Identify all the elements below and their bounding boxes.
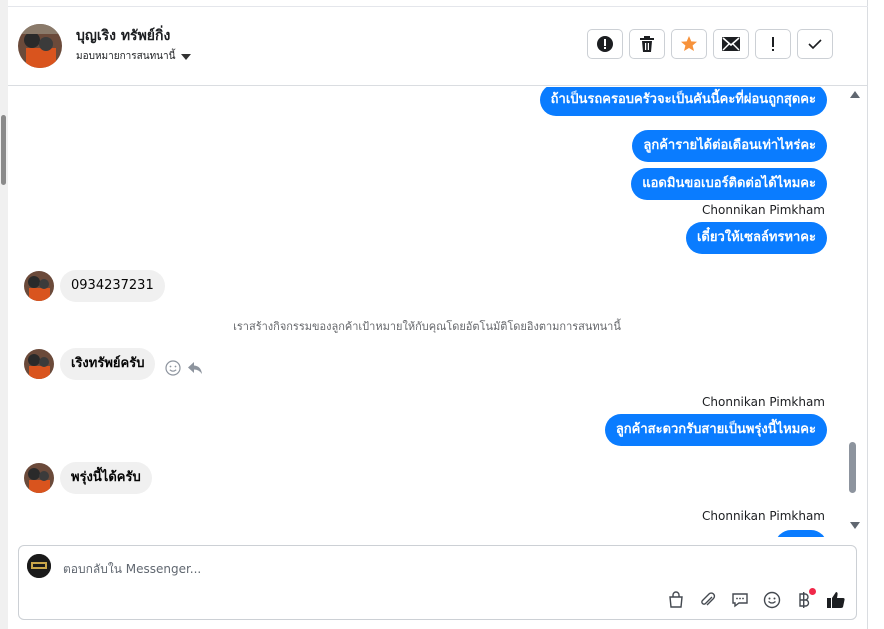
- star-button[interactable]: [671, 29, 707, 59]
- payment-button[interactable]: [794, 588, 816, 610]
- attach-button[interactable]: [698, 590, 718, 610]
- saved-reply-icon: [732, 593, 748, 608]
- reply-icon[interactable]: [187, 360, 203, 376]
- outgoing-message-partial: [775, 530, 827, 537]
- incoming-message: 0934237231: [60, 270, 165, 302]
- sender-name: Chonnikan Pimkham: [702, 203, 825, 217]
- outgoing-message: ลูกค้าสะดวกรับสายเป็นพรุ่งนี้ไหมคะ: [604, 414, 827, 446]
- outer-scrollbar-thumb[interactable]: [1, 115, 6, 185]
- chevron-down-icon: [181, 53, 192, 60]
- thread-scrollbar-thumb[interactable]: [849, 442, 856, 493]
- delete-button[interactable]: [629, 29, 665, 59]
- contact-name[interactable]: บุญเริง ทรัพย์กิ่ง: [76, 25, 170, 47]
- like-icon: [827, 592, 845, 608]
- scroll-up-arrow[interactable]: [850, 91, 860, 98]
- right-gutter: [868, 0, 884, 629]
- message-thread[interactable]: ถ้าเป็นรถครอบครัวจะเป็นคันนี้คะที่ผ่อนถู…: [8, 87, 846, 537]
- saved-replies-button[interactable]: [730, 590, 750, 610]
- outgoing-message: เดี๋ยวให้เซลล์ทรหาคะ: [685, 222, 827, 254]
- outgoing-message: ถ้าเป็นรถครอบครัวจะเป็นคันนี้คะที่ผ่อนถู…: [539, 87, 827, 116]
- reply-composer[interactable]: ตอบกลับใน Messenger...: [18, 545, 857, 620]
- incoming-row: เริงทรัพย์ครับ: [24, 348, 203, 380]
- outer-scrollbar[interactable]: [0, 0, 8, 629]
- attachment-icon: [701, 592, 716, 606]
- emoji-icon: [763, 591, 781, 609]
- scroll-down-arrow[interactable]: [850, 522, 860, 529]
- react-emoji-icon[interactable]: [165, 360, 182, 376]
- contact-avatar[interactable]: [18, 24, 62, 68]
- like-button[interactable]: [826, 590, 846, 610]
- check-icon: [808, 39, 822, 50]
- contact-avatar-small: [24, 271, 54, 301]
- mark-done-button[interactable]: [797, 29, 833, 59]
- sender-name: Chonnikan Pimkham: [702, 509, 825, 523]
- mail-icon: [722, 37, 740, 51]
- spam-icon: [597, 36, 613, 52]
- shop-button[interactable]: [666, 590, 686, 610]
- incoming-row: 0934237231: [24, 270, 165, 302]
- header-actions: [587, 29, 833, 59]
- notification-dot: [809, 588, 816, 595]
- contact-avatar-small: [24, 349, 54, 379]
- composer-tools: [666, 588, 846, 610]
- bag-icon: [669, 591, 683, 608]
- emoji-button[interactable]: [762, 590, 782, 610]
- follow-up-button[interactable]: [755, 29, 791, 59]
- assign-conversation-dropdown[interactable]: มอบหมายการสนทนานี้: [76, 49, 192, 64]
- outgoing-message: แอดมินขอเบอร์ติดต่อได้ไหมคะ: [631, 168, 827, 200]
- system-notice: เราสร้างกิจกรรมของลูกค้าเป้าหมายให้กับคุ…: [233, 320, 621, 333]
- mark-unread-button[interactable]: [713, 29, 749, 59]
- incoming-message: เริงทรัพย์ครับ: [60, 348, 156, 380]
- conversation-header: บุญเริง ทรัพย์กิ่ง มอบหมายการสนทนานี้: [8, 6, 868, 86]
- sender-name: Chonnikan Pimkham: [702, 395, 825, 409]
- incoming-row: พรุ่งนี้ได้ครับ: [24, 462, 152, 494]
- thread-scrollbar[interactable]: [848, 87, 866, 537]
- assign-label: มอบหมายการสนทนานี้: [76, 51, 176, 62]
- reply-input[interactable]: ตอบกลับใน Messenger...: [63, 560, 201, 579]
- incoming-message: พรุ่งนี้ได้ครับ: [60, 462, 152, 494]
- contact-avatar-small: [24, 463, 54, 493]
- page-avatar: [27, 554, 51, 578]
- star-icon: [681, 36, 697, 51]
- exclamation-icon: [772, 37, 774, 51]
- mark-spam-button[interactable]: [587, 29, 623, 59]
- message-reactions: [165, 360, 203, 376]
- trash-icon: [640, 36, 654, 52]
- outgoing-message: ลูกค้ารายได้ต่อเดือนเท่าไหร่คะ: [632, 130, 827, 162]
